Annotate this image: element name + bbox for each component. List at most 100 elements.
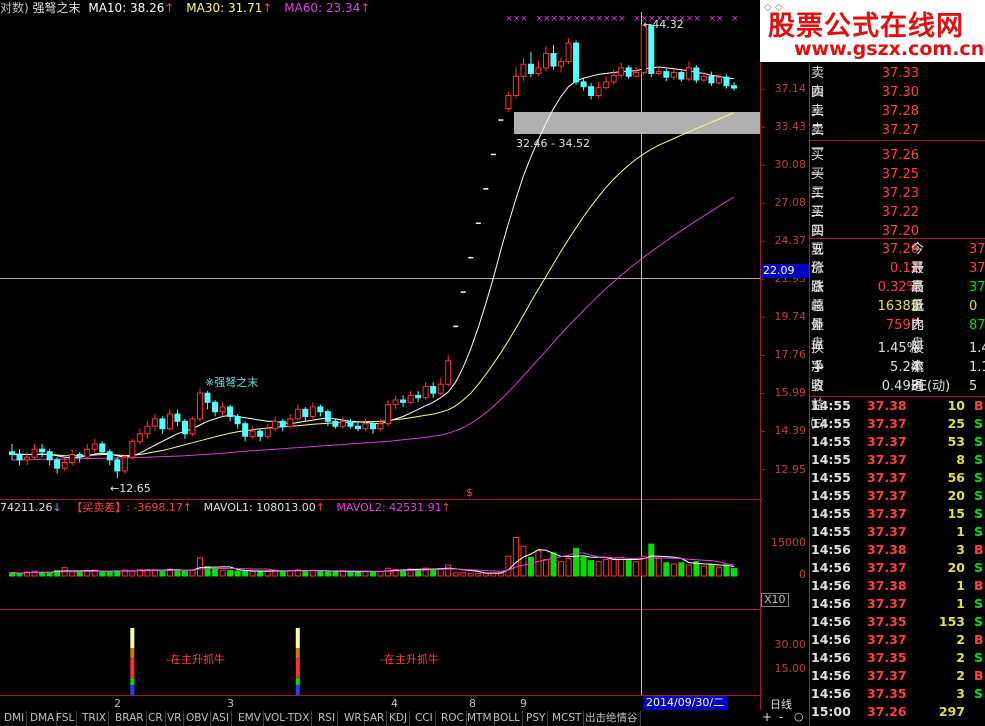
tick-price: 37.38 <box>867 542 907 557</box>
indicator-tab[interactable]: MCST <box>550 711 585 726</box>
candle-body <box>54 459 61 469</box>
diamond-icons: ◇ ◇ <box>764 2 783 13</box>
tick-volume: 10 <box>947 398 965 413</box>
tick-side: S <box>974 434 984 449</box>
indicator-tab[interactable]: SAR <box>361 711 388 726</box>
price-axis-label: 12.95 <box>774 462 807 476</box>
candle-body <box>640 24 647 74</box>
indicator-tab[interactable]: FSL <box>54 711 78 726</box>
candle-body <box>84 448 91 458</box>
candle-body <box>550 53 557 67</box>
quote-field-value-2: 5 <box>969 379 978 394</box>
volume-bar <box>234 570 241 577</box>
order-level-price: 37.22 <box>881 205 919 220</box>
quote-field-value-2: 1.1 <box>969 360 985 375</box>
month-label-4: 4 <box>391 697 398 710</box>
price-axis-label: 17.76 <box>774 348 807 362</box>
candle-body <box>648 24 655 74</box>
candle-body <box>693 67 700 81</box>
volume-bar <box>242 570 249 577</box>
indicator-tab[interactable]: DMA <box>28 711 58 726</box>
indicator-tab[interactable]: DMI <box>2 711 28 726</box>
tick-volume: 2 <box>956 632 965 647</box>
order-book-divider <box>810 238 985 239</box>
volume-bar <box>370 570 376 577</box>
signal-bar-segment <box>130 648 135 659</box>
signal-bar-segment <box>130 684 135 695</box>
tick-time: 14:55 <box>811 488 851 503</box>
indicator-tab[interactable]: TRIX <box>80 711 109 726</box>
candle-body <box>332 420 339 427</box>
mavol1-line <box>11 549 735 574</box>
indicator-tab[interactable]: PSY <box>524 711 549 726</box>
volume-bar <box>700 565 707 577</box>
volume-bar <box>339 570 346 577</box>
reset-button[interactable]: ○ <box>794 710 804 723</box>
zoom-out-button[interactable]: - <box>779 710 783 724</box>
ma30-arrow: ↑ <box>262 1 273 15</box>
volume-bar <box>512 537 519 577</box>
tick-price: 37.37 <box>867 470 907 485</box>
order-level-price: 37.27 <box>881 123 919 138</box>
tick-time: 14:56 <box>811 614 851 629</box>
candle-body <box>678 72 685 80</box>
price-axis-label: 33.43 <box>774 120 807 134</box>
tick-volume: 53 <box>947 434 965 449</box>
volume-bar <box>595 561 602 577</box>
volume-bar <box>129 570 136 577</box>
top-x-markers: × × × × × × × × × × × × × × × × × × × × × × × × × × × <box>505 14 738 24</box>
indicator-tab[interactable]: VOL-TDX <box>262 711 313 726</box>
top-x-marker: × <box>611 14 619 24</box>
tick-time: 14:56 <box>811 542 851 557</box>
zoom-in-button[interactable]: + <box>762 710 772 724</box>
month-label-3: 3 <box>227 697 234 710</box>
tick-price: 37.37 <box>867 668 907 683</box>
tick-volume: 1 <box>956 596 965 611</box>
volume-bar <box>550 552 557 577</box>
candle-body <box>573 42 580 83</box>
indicator-tab[interactable]: CR <box>146 711 166 726</box>
tick-volume: 153 <box>938 614 965 629</box>
candle-body <box>234 415 241 425</box>
volume-left-value: 74211.26 <box>0 501 53 514</box>
top-x-marker: × <box>693 14 701 24</box>
indicator-tab[interactable]: OBV <box>184 711 212 726</box>
volume-ma-line <box>11 549 735 574</box>
candlestick-series <box>9 24 737 478</box>
candle-body <box>309 406 316 417</box>
tick-volume: 15 <box>947 506 965 521</box>
tick-volume: 297 <box>938 704 965 719</box>
indicator-tab[interactable]: EMV <box>236 711 264 726</box>
candle-body <box>520 63 527 77</box>
volume-bar <box>385 567 392 577</box>
price-axis-label: 37.14 <box>774 82 807 96</box>
candle-body <box>279 420 286 427</box>
candle-body <box>219 406 226 413</box>
indicator-tab[interactable]: BRAR <box>113 711 147 726</box>
price-axis-label: 14.39 <box>774 424 807 438</box>
candle-body <box>302 408 309 417</box>
month-label-9: 9 <box>520 697 527 710</box>
candle-body <box>212 401 219 413</box>
tick-price: 37.37 <box>867 506 907 521</box>
indicator-tab[interactable]: VR <box>165 711 185 726</box>
candle-body <box>385 404 392 425</box>
signal-bar-segment <box>295 678 300 685</box>
candle-body <box>69 453 76 464</box>
indicator-tab[interactable]: RSI <box>316 711 339 726</box>
indicator-tab[interactable]: CCI <box>413 711 436 726</box>
order-level-price: 37.26 <box>881 148 919 163</box>
indicator-tab[interactable]: ASI <box>210 711 232 726</box>
volume-bar <box>39 571 46 577</box>
candle-body <box>610 74 617 83</box>
x10-label[interactable]: X10 <box>761 593 789 607</box>
signal-bar-segment <box>295 658 300 679</box>
tick-price: 37.37 <box>867 560 907 575</box>
candle-body <box>174 413 181 422</box>
order-book-divider <box>810 140 985 141</box>
indicator-tab[interactable]: KDJ <box>387 711 411 726</box>
indicator-tab[interactable]: BOLL <box>491 711 523 726</box>
indicator-tab[interactable]: ROC <box>439 711 467 726</box>
indicator-tab[interactable]: 出击绝情谷 <box>583 711 641 726</box>
order-level-price: 37.33 <box>881 66 919 81</box>
